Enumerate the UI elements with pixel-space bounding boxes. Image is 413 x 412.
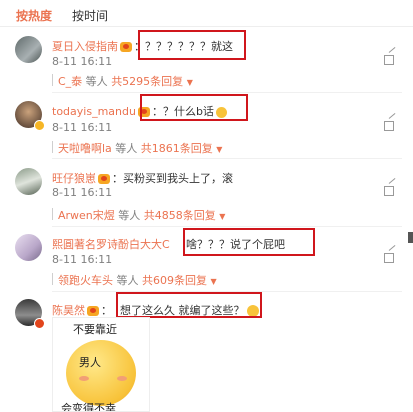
divider — [52, 158, 402, 159]
comment-username[interactable]: 熙圓著名罗诗酚白大大C — [52, 238, 170, 251]
share-icon[interactable] — [384, 46, 397, 66]
reply-username[interactable]: Arwen宋煜 — [58, 209, 115, 222]
comment-time: 8-11 16:11 — [52, 121, 113, 134]
chevron-down-icon[interactable]: ▼ — [187, 78, 193, 87]
divider — [52, 92, 402, 93]
verified-badge-icon — [34, 318, 45, 329]
reply-username[interactable]: 天啦噜啊la — [58, 142, 112, 155]
reply-indicator — [52, 273, 53, 285]
verified-badge-icon — [34, 120, 45, 131]
reply-count[interactable]: 共609条回复 — [142, 274, 207, 287]
scroll-edge — [408, 232, 413, 243]
sort-tabs: 按热度 按时间 — [0, 0, 413, 26]
smirk-emoji-icon — [66, 340, 136, 406]
reply-count[interactable]: 共4858条回复 — [144, 209, 216, 222]
comment-separator: ： — [101, 304, 112, 317]
highlight-box — [138, 30, 246, 60]
divider — [52, 226, 402, 227]
tab-divider — [0, 26, 413, 27]
reply-summary[interactable]: C_泰 等人 共5295条回复 ▼ — [58, 73, 193, 89]
reply-mid: 等人 — [114, 209, 144, 222]
avatar[interactable] — [15, 234, 42, 261]
share-icon[interactable] — [384, 112, 397, 132]
vip-crown-icon — [98, 174, 110, 184]
comment-line: 陈昊然 ： — [52, 302, 112, 318]
chevron-down-icon[interactable]: ▼ — [211, 277, 217, 286]
reply-indicator — [52, 208, 53, 220]
blush-left — [79, 376, 89, 381]
reply-username[interactable]: C_泰 — [58, 75, 82, 88]
avatar[interactable] — [15, 36, 42, 63]
tab-time[interactable]: 按时间 — [72, 7, 108, 24]
comment-username[interactable]: 陈昊然 — [52, 304, 85, 317]
sticker-text-bottom: 会变得不幸 — [61, 402, 116, 412]
tab-hot[interactable]: 按热度 — [16, 7, 52, 24]
comment-text: 买粉买到我头上了，滚 — [123, 172, 233, 185]
comment-line: 旺仔狼崽 ：买粉买到我头上了，滚 — [52, 170, 233, 186]
reply-count[interactable]: 共1861条回复 — [141, 142, 213, 155]
reply-summary[interactable]: 领跑火车头 等人 共609条回复 ▼ — [58, 272, 217, 288]
chevron-down-icon[interactable]: ▼ — [219, 212, 225, 221]
comment-line: 熙圓著名罗诗酚白大大C — [52, 236, 170, 252]
comment-username[interactable]: 旺仔狼崽 — [52, 172, 96, 185]
comment-time: 8-11 16:11 — [52, 55, 113, 68]
reply-mid: 等人 — [113, 274, 142, 287]
vip-crown-icon — [120, 42, 132, 52]
reply-count[interactable]: 共5295条回复 — [111, 75, 183, 88]
reply-summary[interactable]: 天啦噜啊la 等人 共1861条回复 ▼ — [58, 140, 222, 156]
comment-username[interactable]: 夏日入侵指南 — [52, 40, 118, 53]
chevron-down-icon[interactable]: ▼ — [216, 145, 222, 154]
reply-mid: 等人 — [82, 75, 112, 88]
highlight-box — [116, 292, 262, 318]
reply-indicator — [52, 74, 53, 86]
reply-summary[interactable]: Arwen宋煜 等人 共4858条回复 ▼ — [58, 207, 225, 223]
reply-username[interactable]: 领跑火车头 — [58, 274, 113, 287]
comment-time: 8-11 16:11 — [52, 186, 113, 199]
reply-mid: 等人 — [111, 142, 141, 155]
comment-username[interactable]: todayis_mandu — [52, 105, 136, 118]
share-icon[interactable] — [384, 244, 397, 264]
reply-indicator — [52, 141, 53, 153]
sticker-text-top: 不要靠近 — [73, 323, 117, 336]
sticker-image[interactable]: 不要靠近 男人 会变得不幸 — [52, 317, 150, 412]
blush-right — [117, 376, 127, 381]
comment-separator: ： — [112, 172, 123, 185]
comment-time: 8-11 16:11 — [52, 253, 113, 266]
highlight-box — [183, 228, 315, 256]
highlight-box — [140, 94, 248, 121]
sticker-text-mid: 男人 — [79, 356, 101, 369]
avatar[interactable] — [15, 168, 42, 195]
vip-crown-icon — [87, 306, 99, 316]
share-icon[interactable] — [384, 177, 397, 197]
